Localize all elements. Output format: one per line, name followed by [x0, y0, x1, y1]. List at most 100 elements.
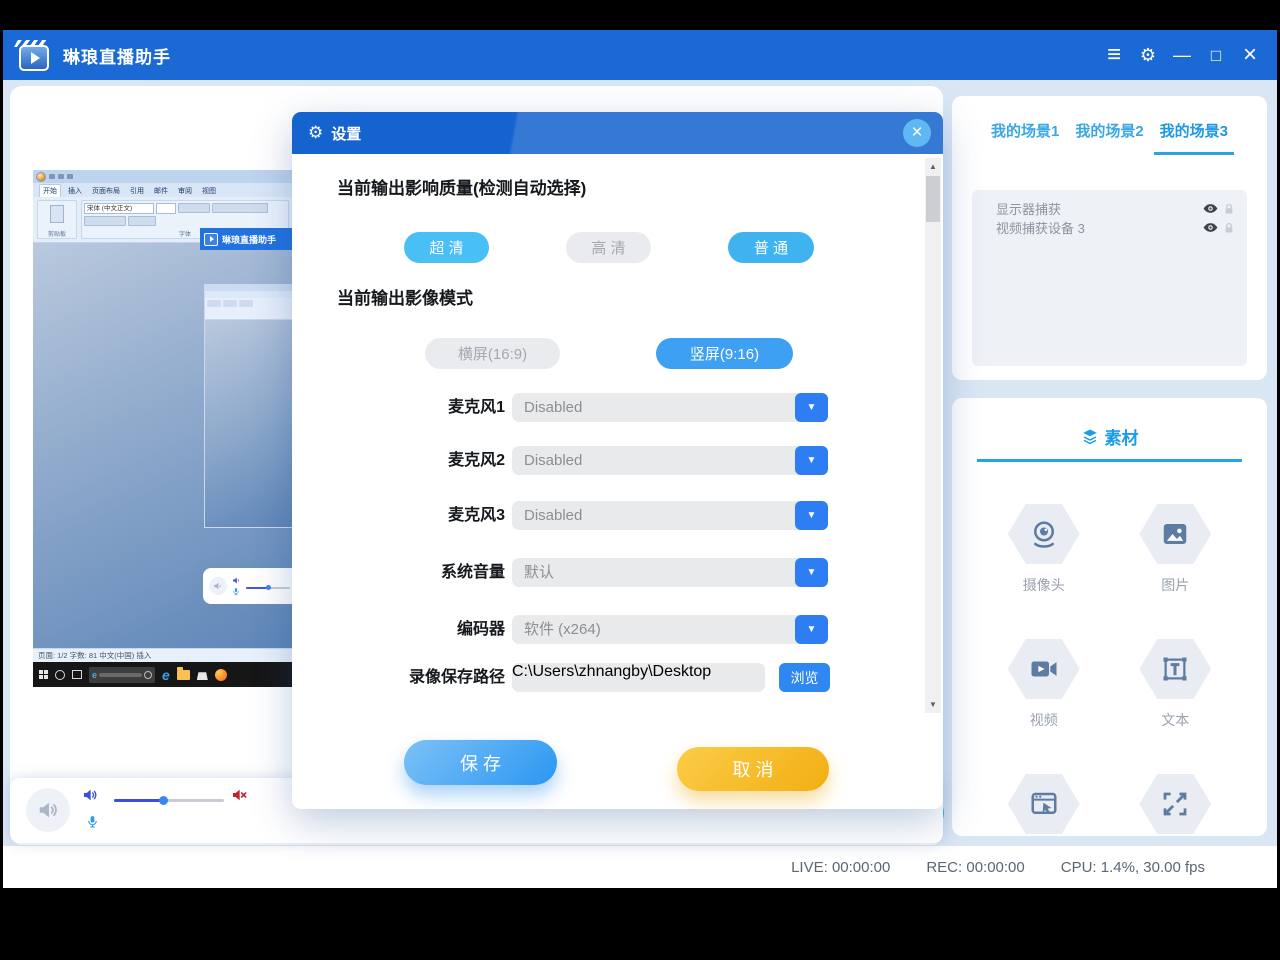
scene-tabs: 我的场景1 我的场景2 我的场景3 [952, 120, 1267, 141]
minimize-button[interactable]: — [1169, 41, 1195, 69]
close-button[interactable]: × [1237, 41, 1263, 69]
record-path-input[interactable]: C:\Users\zhnangby\Desktop [512, 663, 765, 692]
encoder-row: 编码器 软件 (x264) ▼ [292, 615, 943, 644]
materials-underline [977, 459, 1242, 462]
dialog-close-button[interactable]: × [903, 119, 931, 147]
fullscreen-icon [1160, 789, 1190, 819]
tab-scene-3[interactable]: 我的场景3 [1160, 120, 1228, 141]
nested-capture-preview [205, 285, 293, 527]
speaker-toggle-button[interactable] [26, 788, 70, 832]
dropdown-icon[interactable]: ▼ [795, 615, 828, 644]
app-title: 琳琅直播助手 [63, 43, 171, 68]
dropdown-icon[interactable]: ▼ [795, 558, 828, 587]
lock-icon[interactable] [1223, 203, 1235, 215]
dialog-title: 设置 [331, 123, 361, 144]
maximize-button[interactable]: □ [1203, 41, 1229, 69]
store-icon [197, 669, 208, 680]
mode-section-title: 当前输出影像模式 [337, 284, 473, 309]
lock-icon[interactable] [1223, 222, 1235, 234]
quality-ultra-button[interactable]: 超 清 [404, 232, 489, 263]
speaker-icon [37, 799, 59, 821]
mic3-select[interactable]: Disabled ▼ [512, 501, 828, 530]
material-camera[interactable]: 摄像头 [1008, 504, 1080, 595]
materials-grid: 摄像头 图片 视频 文 [952, 504, 1267, 865]
app-logo-icon [17, 39, 51, 71]
material-text[interactable]: 文本 [1139, 639, 1211, 730]
system-volume-row: 系统音量 默认 ▼ [292, 558, 943, 587]
window-controls: ≡ ⚙ — □ × [1101, 41, 1263, 69]
encoder-select[interactable]: 软件 (x264) ▼ [512, 615, 828, 644]
list-item[interactable]: 显示器捕获 [984, 199, 1235, 218]
system-volume-select[interactable]: 默认 ▼ [512, 558, 828, 587]
mic3-row: 麦克风3 Disabled ▼ [292, 501, 943, 530]
titlebar: 琳琅直播助手 ≡ ⚙ — □ × [3, 30, 1277, 80]
scrollbar-thumb[interactable] [926, 176, 940, 222]
eye-icon[interactable] [1203, 222, 1218, 233]
muted-speaker-icon[interactable] [231, 787, 247, 808]
mic2-select[interactable]: Disabled ▼ [512, 446, 828, 475]
dialog-header: ⚙ 设置 [292, 112, 943, 154]
start-button-icon [39, 670, 48, 679]
window-icon [1029, 789, 1059, 819]
scroll-down-icon[interactable]: ▼ [925, 700, 941, 709]
webcam-icon [1029, 519, 1059, 549]
clipboard-icon [50, 205, 64, 223]
mini-volume-slider [246, 587, 290, 589]
mini-audio-panel [203, 568, 301, 604]
save-button[interactable]: 保 存 [404, 740, 557, 785]
material-video[interactable]: 视频 [1008, 639, 1080, 730]
layers-icon [1081, 428, 1099, 446]
settings-dialog: ⚙ 设置 × ▲ ▼ 当前输出影响质量(检测自动选择) 超 清 高 清 普 通 … [292, 112, 943, 809]
mic1-select[interactable]: Disabled ▼ [512, 393, 828, 422]
quality-high-button[interactable]: 高 清 [566, 232, 651, 263]
list-item[interactable]: 视频捕获设备 3 [984, 218, 1235, 237]
mode-portrait-button[interactable]: 竖屏(9:16) [656, 338, 793, 369]
status-bar: LIVE: 00:00:00 REC: 00:00:00 CPU: 1.4%, … [3, 845, 1277, 888]
live-time: LIVE: 00:00:00 [791, 859, 890, 876]
office-orb-icon [36, 172, 46, 182]
browse-button[interactable]: 浏览 [779, 663, 830, 692]
captured-app-titlebar: 琳琅直播助手 [200, 228, 293, 250]
scene-source-list: 显示器捕获 视频捕获设备 3 [972, 190, 1247, 366]
cancel-button[interactable]: 取 消 [677, 747, 829, 791]
rec-time: REC: 00:00:00 [926, 859, 1024, 876]
main-content: 开始 插入 页面布局 引用 邮件 审阅 视图 剪贴板 宋体 (中文正文) [3, 80, 1277, 845]
search-icon [144, 671, 152, 679]
volume-speaker-icon[interactable] [82, 787, 98, 808]
quality-normal-button[interactable]: 普 通 [728, 232, 814, 263]
material-image[interactable]: 图片 [1139, 504, 1211, 595]
dropdown-icon[interactable]: ▼ [795, 446, 828, 475]
image-icon [1160, 519, 1190, 549]
cortana-icon [55, 670, 65, 680]
gear-icon: ⚙ [308, 123, 323, 143]
edge-icon: e [162, 667, 170, 683]
mode-landscape-button[interactable]: 横屏(16:9) [425, 338, 560, 369]
play-icon [31, 52, 40, 64]
record-path-row: 录像保存路径 C:\Users\zhnangby\Desktop 浏览 [292, 663, 943, 692]
windows-taskbar: e e [33, 662, 293, 687]
materials-title: 素材 [1105, 424, 1139, 449]
word-ribbon-tabs: 开始 插入 页面布局 引用 邮件 审阅 视图 [33, 183, 293, 197]
eye-icon[interactable] [1203, 203, 1218, 214]
cpu-fps: CPU: 1.4%, 30.00 fps [1061, 859, 1205, 876]
tab-scene-2[interactable]: 我的场景2 [1075, 120, 1143, 141]
microphone-icon [232, 587, 240, 596]
firefox-icon [215, 669, 227, 681]
speaker-icon [232, 576, 241, 585]
font-name-box: 宋体 (中文正文) [84, 203, 154, 214]
gear-icon[interactable]: ⚙ [1135, 41, 1161, 69]
volume-slider[interactable] [114, 799, 224, 802]
scroll-up-icon[interactable]: ▲ [925, 162, 941, 171]
tab-scene-1[interactable]: 我的场景1 [991, 120, 1059, 141]
mic2-row: 麦克风2 Disabled ▼ [292, 446, 943, 475]
taskbar-search-box: e [89, 667, 155, 683]
volume-slider-thumb[interactable] [159, 796, 168, 805]
video-camera-icon [1029, 654, 1059, 684]
app-window: 琳琅直播助手 ≡ ⚙ — □ × 开始 插入 页面布局 引用 [3, 30, 1277, 888]
text-icon [1160, 654, 1190, 684]
menu-icon[interactable]: ≡ [1101, 41, 1127, 69]
dropdown-icon[interactable]: ▼ [795, 393, 828, 422]
microphone-icon[interactable] [86, 814, 99, 834]
dropdown-icon[interactable]: ▼ [795, 501, 828, 530]
mini-play-icon [204, 233, 218, 246]
